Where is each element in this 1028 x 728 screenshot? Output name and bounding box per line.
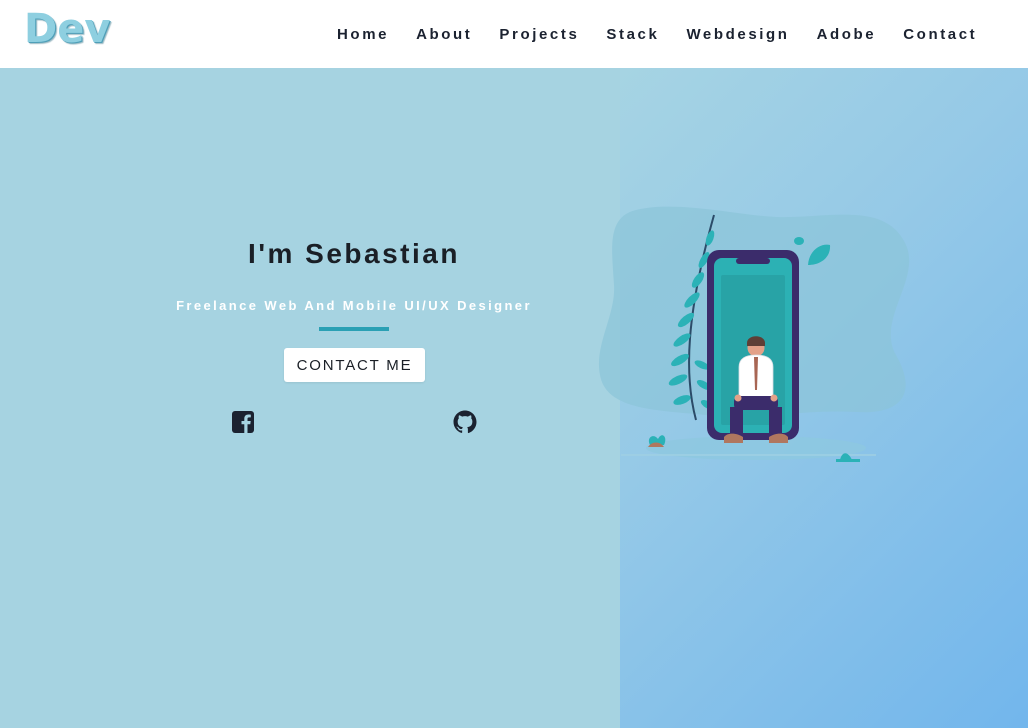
facebook-square-icon bbox=[232, 411, 254, 433]
navbar: Dev Home About Projects Stack Webdesign … bbox=[0, 0, 1028, 68]
nav-link-contact[interactable]: Contact bbox=[903, 26, 977, 43]
github-icon bbox=[453, 410, 477, 434]
contact-me-button[interactable]: CONTACT ME bbox=[284, 348, 425, 382]
nav-link-projects[interactable]: Projects bbox=[499, 26, 579, 43]
logo[interactable]: Dev bbox=[24, 6, 110, 52]
nav-link-stack[interactable]: Stack bbox=[606, 26, 659, 43]
nav-link-webdesign[interactable]: Webdesign bbox=[686, 26, 789, 43]
nav-link-about[interactable]: About bbox=[416, 26, 472, 43]
nav-link-home[interactable]: Home bbox=[337, 26, 389, 43]
github-link[interactable] bbox=[453, 410, 477, 434]
nav-link-adobe[interactable]: Adobe bbox=[817, 26, 877, 43]
facebook-icon[interactable] bbox=[231, 410, 255, 434]
title-underline bbox=[319, 327, 389, 331]
person-sitting-on-phone-illustration bbox=[598, 206, 910, 462]
main-nav: Home About Projects Stack Webdesign Adob… bbox=[337, 0, 1004, 68]
hero-left-panel bbox=[0, 68, 620, 728]
